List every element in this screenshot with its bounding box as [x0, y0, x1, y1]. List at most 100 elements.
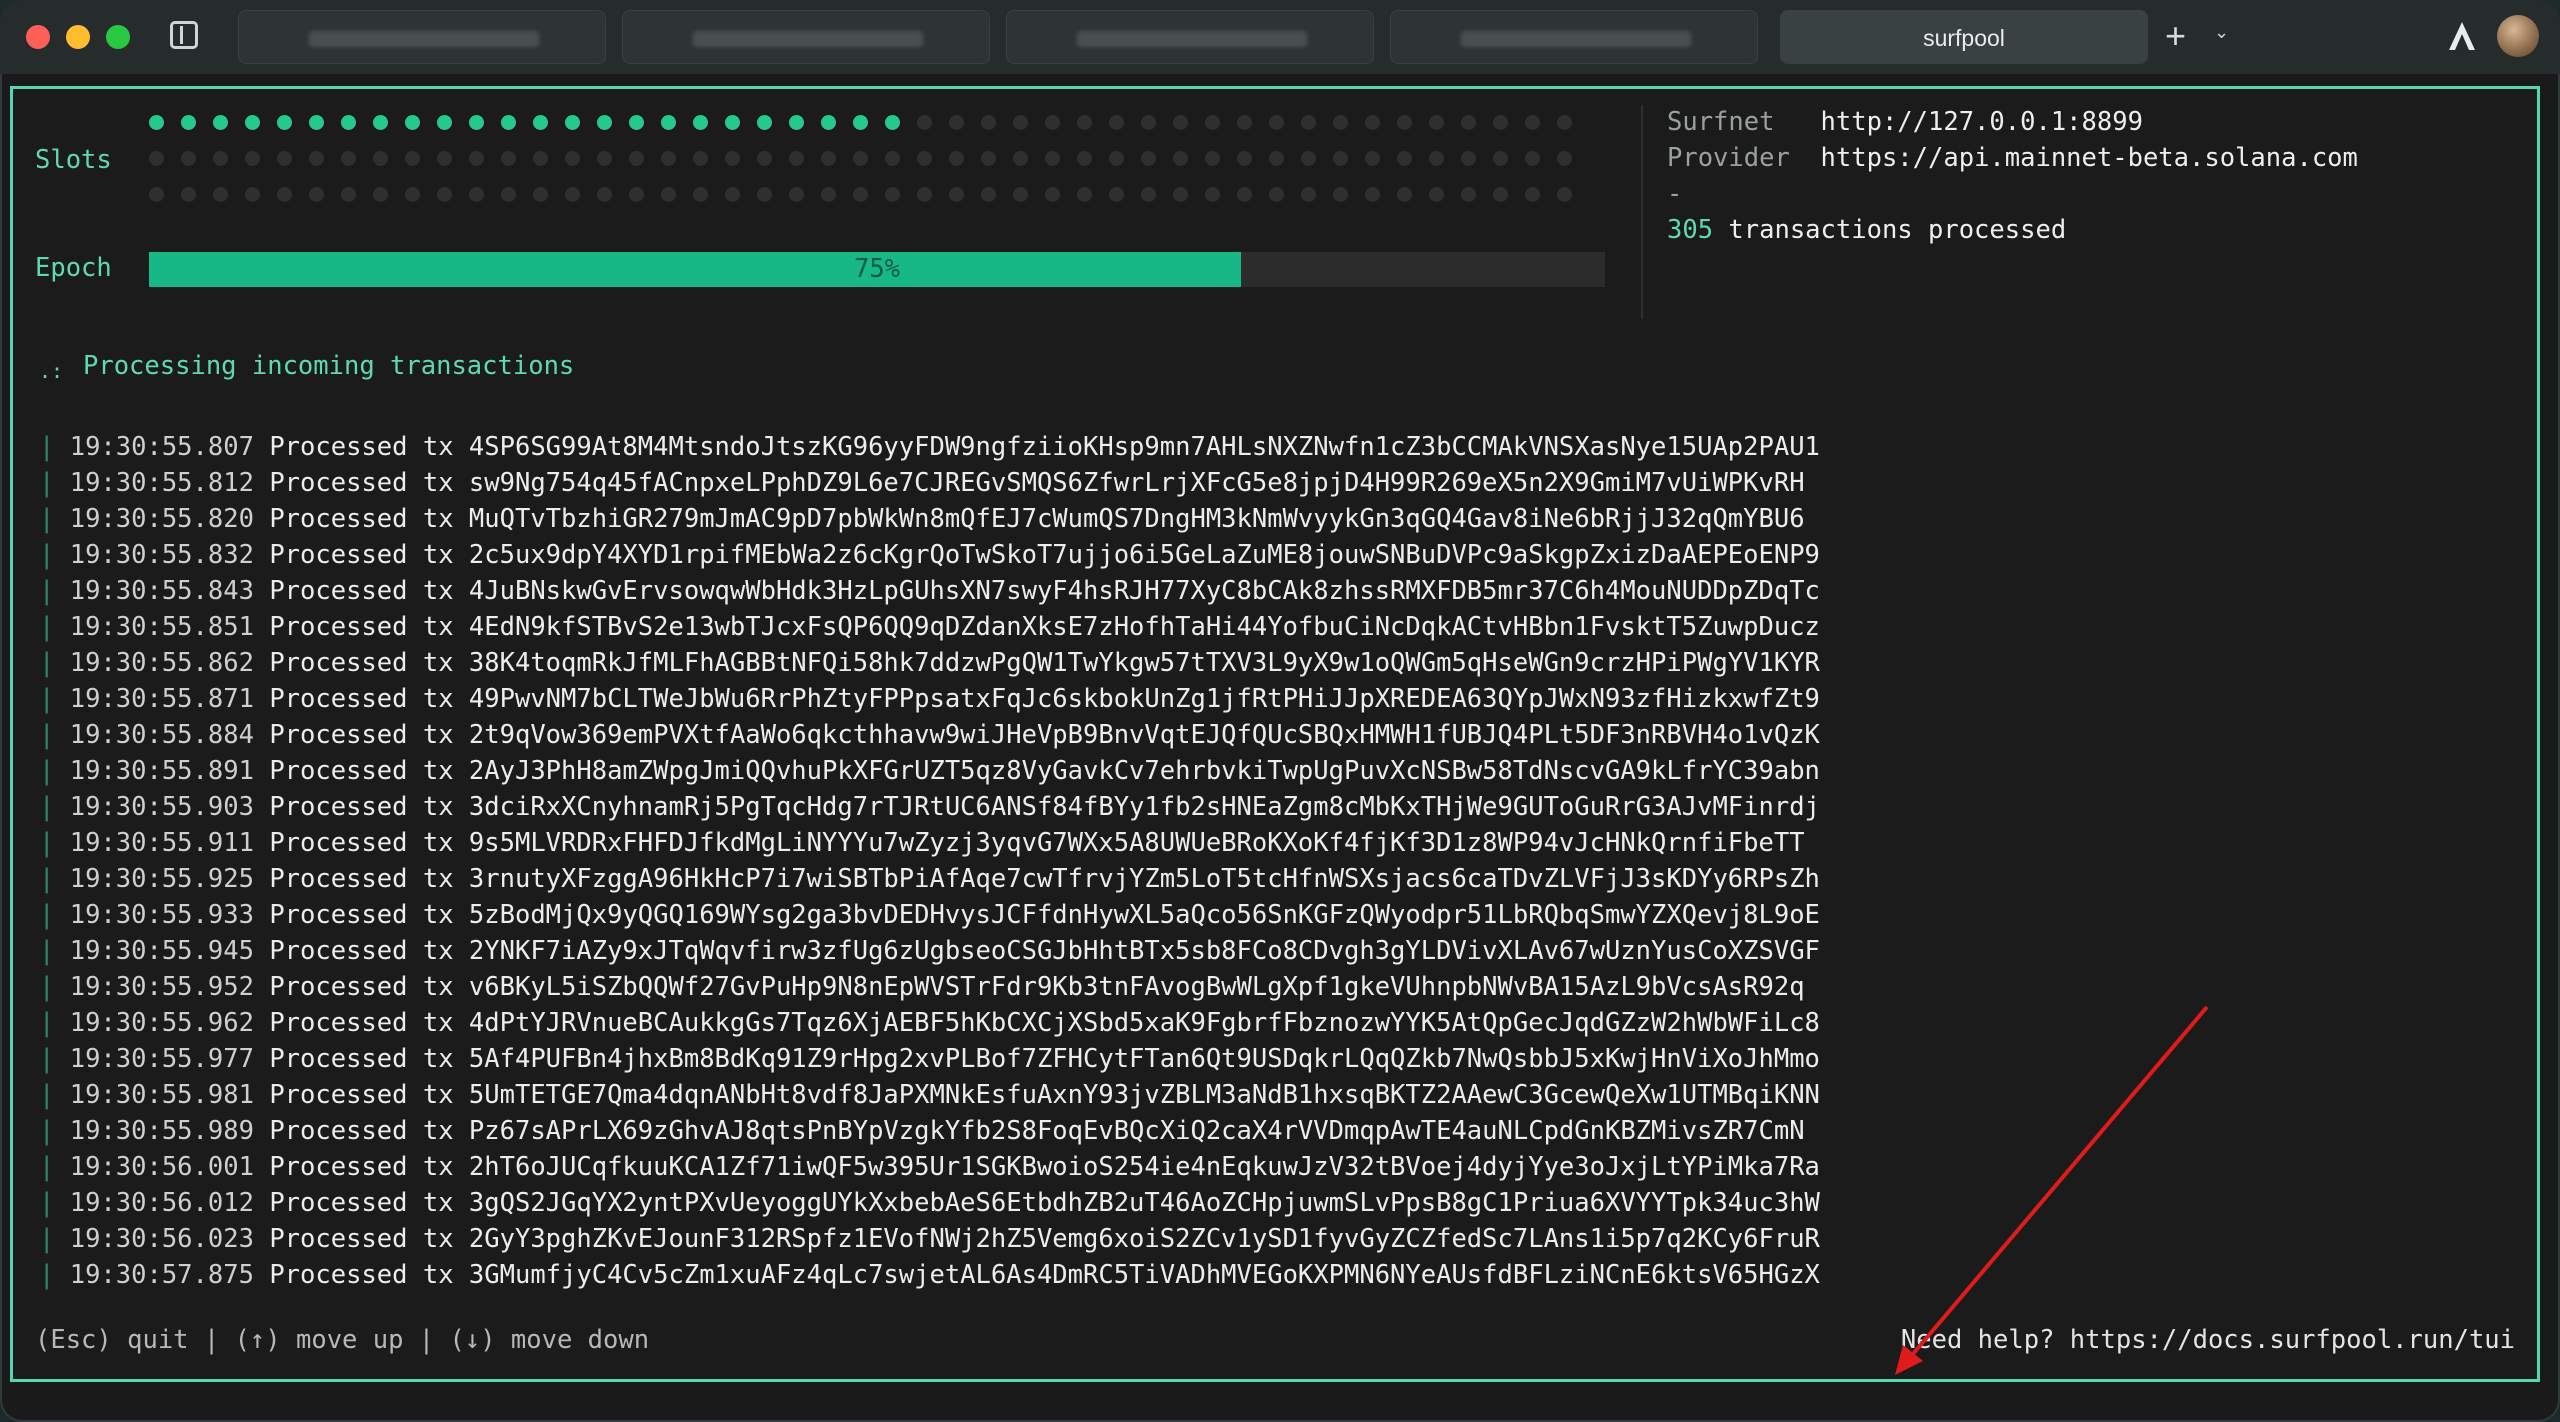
- tab-blurred-3[interactable]: [1006, 10, 1374, 64]
- slot-dot: [469, 151, 484, 166]
- log-gutter: |: [39, 1224, 70, 1254]
- provider-url[interactable]: https://api.mainnet-beta.solana.com: [1821, 143, 2358, 173]
- log-row: | 19:30:55.807 Processed tx 4SP6SG99At8M…: [39, 429, 1820, 465]
- slot-dot: [1269, 115, 1284, 130]
- slot-dot: [1173, 187, 1188, 202]
- log-signature[interactable]: 4SP6SG99At8M4MtsndoJtszKG96yyFDW9ngfziio…: [469, 432, 1820, 462]
- log-signature[interactable]: 5Af4PUFBn4jhxBm8BdKq91Z9rHpg2xvPLBof7ZFH…: [469, 1044, 1820, 1074]
- log-action: Processed tx: [269, 1260, 454, 1290]
- log-signature[interactable]: MuQTvTbzhiGR279mJmAC9pD7pbWkWn8mQfEJ7cWu…: [469, 504, 1805, 534]
- slot-dot: [789, 151, 804, 166]
- slot-dot: [309, 115, 324, 130]
- slot-dot: [1397, 151, 1412, 166]
- log-signature[interactable]: 3GMumfjyC4Cv5cZm1xuAFz4qLc7swjetAL6As4Dm…: [469, 1260, 1820, 1290]
- slot-dot: [565, 151, 580, 166]
- log-action: Processed tx: [269, 720, 454, 750]
- log-timestamp: 19:30:55.911: [69, 828, 254, 858]
- log-signature[interactable]: 9s5MLVRDRxFHFDJfkdMgLiNYYYu7wZyzj3yqvG7W…: [469, 828, 1805, 858]
- slot-dot: [309, 187, 324, 202]
- blurred-tab-title: [309, 31, 539, 47]
- slot-dot: [1269, 151, 1284, 166]
- slot-dot: [1365, 151, 1380, 166]
- log-action: Processed tx: [269, 684, 454, 714]
- log-signature[interactable]: 3rnutyXFzggA96HkHcP7i7wiSBTbPiAfAqe7cwTf…: [469, 864, 1820, 894]
- info-separator: -: [1667, 179, 1683, 209]
- sidebar-toggle-icon[interactable]: [170, 21, 198, 49]
- slot-dot: [853, 115, 868, 130]
- log-signature[interactable]: 2t9qVow369emPVXtfAaWo6qkcthhavw9wiJHeVpB…: [469, 720, 1820, 750]
- chevron-down-icon[interactable]: ⌄: [2214, 22, 2229, 43]
- log-signature[interactable]: 4dPtYJRVnueBCAukkgGs7Tqz6XjAEBF5hKbCXCjX…: [469, 1008, 1820, 1038]
- slot-dot: [629, 187, 644, 202]
- log-signature[interactable]: 4EdN9kfSTBvS2e13wbTJcxFsQP6QQ9qDZdanXksE…: [469, 612, 1820, 642]
- slot-dot: [885, 151, 900, 166]
- log-gutter: |: [39, 540, 70, 570]
- zoom-window-button[interactable]: [106, 25, 130, 49]
- new-tab-plus-icon[interactable]: +: [2165, 16, 2186, 56]
- log-row: | 19:30:55.981 Processed tx 5UmTETGE7Qma…: [39, 1077, 1820, 1113]
- slot-dot: [693, 115, 708, 130]
- log-action: Processed tx: [269, 900, 454, 930]
- tab-blurred-2[interactable]: [622, 10, 990, 64]
- log-action: Processed tx: [269, 1224, 454, 1254]
- slot-dot: [917, 115, 932, 130]
- log-signature[interactable]: 2AyJ3PhH8amZWpgJmiQQvhuPkXFGrUZT5qz8VyGa…: [469, 756, 1820, 786]
- spinner-icon: .:: [39, 359, 64, 383]
- log-timestamp: 19:30:55.832: [69, 540, 254, 570]
- log-timestamp: 19:30:55.989: [69, 1116, 254, 1146]
- slot-dot: [1045, 115, 1060, 130]
- tx-count-suffix: transactions processed: [1728, 215, 2067, 245]
- tab-title: surfpool: [1923, 25, 2005, 51]
- surfnet-url[interactable]: http://127.0.0.1:8899: [1821, 107, 2143, 137]
- slot-dot: [885, 187, 900, 202]
- log-signature[interactable]: 38K4toqmRkJfMLFhAGBBtNFQi58hk7ddzwPgQW1T…: [469, 648, 1820, 678]
- log-timestamp: 19:30:55.962: [69, 1008, 254, 1038]
- slot-dot: [757, 115, 772, 130]
- terminal-brand-icon[interactable]: [2447, 20, 2477, 52]
- log-gutter: |: [39, 1188, 70, 1218]
- log-signature[interactable]: sw9Ng754q45fACnpxeLPphDZ9L6e7CJREGvSMQS6…: [469, 468, 1805, 498]
- log-signature[interactable]: 2hT6oJUCqfkuuKCA1Zf71iwQF5w395Ur1SGKBwoi…: [469, 1152, 1820, 1182]
- log-signature[interactable]: 4JuBNskwGvErvsowqwWbHdk3HzLpGUhsXN7swyF4…: [469, 576, 1820, 606]
- log-row: | 19:30:56.001 Processed tx 2hT6oJUCqfku…: [39, 1149, 1820, 1185]
- slot-dot: [1461, 151, 1476, 166]
- log-signature[interactable]: 5zBodMjQx9yQGQ169WYsg2ga3bvDEDHvysJCFfdn…: [469, 900, 1820, 930]
- log-gutter: |: [39, 1152, 70, 1182]
- slot-dot: [1557, 151, 1572, 166]
- slot-dot: [1173, 151, 1188, 166]
- slot-dot: [149, 151, 164, 166]
- minimize-window-button[interactable]: [66, 25, 90, 49]
- slot-dot: [1333, 151, 1348, 166]
- slot-dot: [1013, 187, 1028, 202]
- log-row: | 19:30:56.023 Processed tx 2GyY3pghZKvE…: [39, 1221, 1820, 1257]
- tab-blurred-1[interactable]: [238, 10, 606, 64]
- close-window-button[interactable]: [26, 25, 50, 49]
- tab-blurred-4[interactable]: [1390, 10, 1758, 64]
- tab-surfpool[interactable]: surfpool: [1780, 10, 2148, 64]
- log-timestamp: 19:30:55.862: [69, 648, 254, 678]
- log-signature[interactable]: 2YNKF7iAZy9xJTqWqvfirw3zfUg6zUgbseoCSGJb…: [469, 936, 1820, 966]
- avatar[interactable]: [2497, 15, 2539, 57]
- slot-dot: [1461, 115, 1476, 130]
- log-signature[interactable]: v6BKyL5iSZbQQWf27GvPuHp9N8nEpWVSTrFdr9Kb…: [469, 972, 1805, 1002]
- log-signature[interactable]: 2GyY3pghZKvEJounF312RSpfz1EVofNWj2hZ5Vem…: [469, 1224, 1820, 1254]
- log-signature[interactable]: Pz67sAPrLX69zGhvAJ8qtsPnBYpVzgkYfb2S8Foq…: [469, 1116, 1805, 1146]
- epoch-progress-bar: 75%: [149, 252, 1605, 287]
- surfpool-tui: Slots Epoch 75% Surfnet http://127.0.0.1…: [10, 86, 2540, 1382]
- slot-dot: [949, 115, 964, 130]
- log-signature[interactable]: 3dciRxXCnyhnamRj5PgTqcHdg7rTJRtUC6ANSf84…: [469, 792, 1820, 822]
- log-signature[interactable]: 5UmTETGE7Qma4dqnANbHt8vdf8JaPXMNkEsfuAxn…: [469, 1080, 1820, 1110]
- log-timestamp: 19:30:55.952: [69, 972, 254, 1002]
- log-row: | 19:30:55.843 Processed tx 4JuBNskwGvEr…: [39, 573, 1820, 609]
- log-gutter: |: [39, 468, 70, 498]
- log-signature[interactable]: 2c5ux9dpY4XYD1rpifMEbWa2z6cKgrQoTwSkoT7u…: [469, 540, 1820, 570]
- slot-dot: [1525, 187, 1540, 202]
- slot-dot: [661, 115, 676, 130]
- slot-dot: [565, 115, 580, 130]
- log-row: | 19:30:55.832 Processed tx 2c5ux9dpY4XY…: [39, 537, 1820, 573]
- log-signature[interactable]: 49PwvNM7bCLTWeJbWu6RrPhZtyFPPpsatxFqJc6s…: [469, 684, 1820, 714]
- panel-divider: [1641, 105, 1643, 319]
- slot-dot: [437, 151, 452, 166]
- log-signature[interactable]: 3gQS2JGqYX2yntPXvUeyoggUYkXxbebAeS6Etbdh…: [469, 1188, 1820, 1218]
- transaction-log[interactable]: | 19:30:55.807 Processed tx 4SP6SG99At8M…: [39, 429, 1820, 1293]
